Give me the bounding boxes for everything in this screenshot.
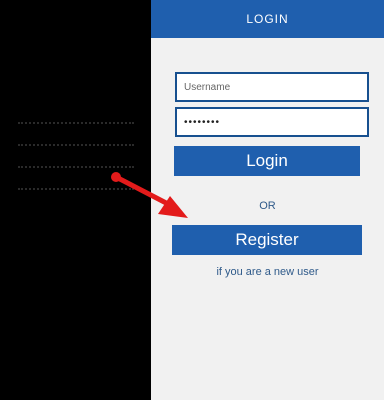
note-line xyxy=(18,128,134,146)
annotation-area xyxy=(0,0,151,400)
register-hint: if you are a new user xyxy=(216,266,319,278)
username-field[interactable]: Username xyxy=(175,72,369,102)
note-line xyxy=(18,150,134,168)
annotation-note xyxy=(18,106,134,194)
username-placeholder: Username xyxy=(184,81,231,93)
register-button[interactable]: Register xyxy=(172,225,362,255)
password-field[interactable]: •••••••• xyxy=(175,107,369,137)
panel-header: LOGIN xyxy=(151,0,384,38)
login-panel: LOGIN Username •••••••• Login OR Registe… xyxy=(151,0,384,400)
password-value: •••••••• xyxy=(184,116,221,128)
note-line xyxy=(18,172,134,190)
or-separator: OR xyxy=(259,200,276,212)
note-line xyxy=(18,106,134,124)
login-button[interactable]: Login xyxy=(174,146,360,176)
